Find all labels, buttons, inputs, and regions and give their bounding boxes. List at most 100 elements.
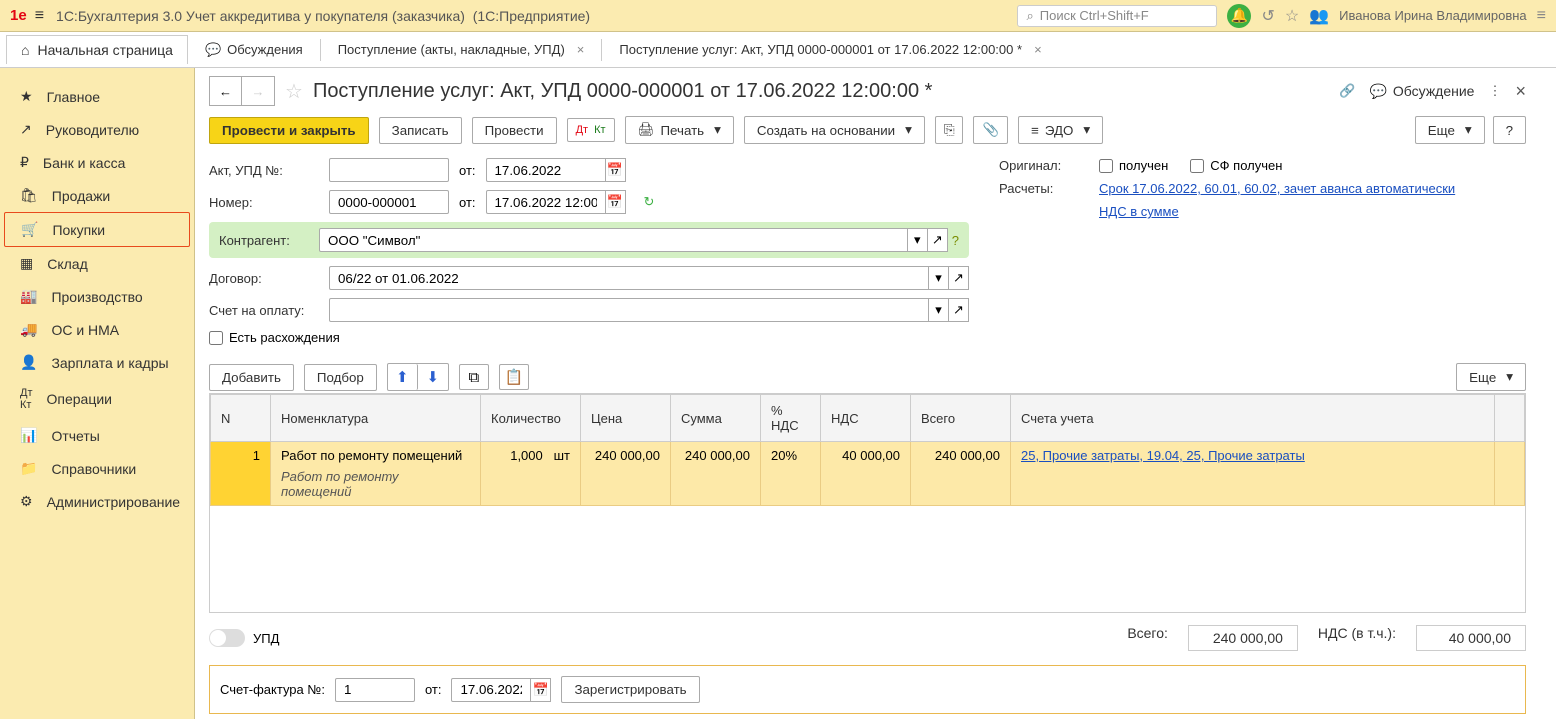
dropdown-icon[interactable]: ▾: [929, 266, 949, 290]
nav-bank[interactable]: ₽Банк и касса: [0, 146, 194, 179]
col-nomenclature[interactable]: Номенклатура: [271, 395, 481, 442]
refresh-icon[interactable]: ↻: [644, 194, 655, 210]
print-button[interactable]: 🖨Печать▾: [625, 116, 734, 144]
upd-toggle[interactable]: [209, 629, 245, 647]
open-icon[interactable]: ↗: [928, 228, 948, 252]
menu-icon[interactable]: ≡: [35, 7, 44, 25]
discrepancy-checkbox[interactable]: Есть расхождения: [209, 330, 340, 345]
nav-main[interactable]: ★Главное: [0, 80, 194, 113]
open-icon[interactable]: ↗: [949, 266, 969, 290]
folder-icon: 📁: [20, 460, 37, 477]
contract-input[interactable]: [329, 266, 929, 290]
close-icon[interactable]: ×: [577, 42, 585, 57]
received-checkbox[interactable]: получен: [1099, 158, 1168, 173]
table-row[interactable]: 1 Работ по ремонту помещений Работ по ре…: [211, 442, 1525, 506]
nav-salary[interactable]: 👤Зарплата и кадры: [0, 346, 194, 379]
col-total[interactable]: Всего: [911, 395, 1011, 442]
edo-button[interactable]: ≡ЭДО▾: [1018, 116, 1103, 144]
settlements-link[interactable]: Срок 17.06.2022, 60.01, 60.02, зачет ава…: [1099, 181, 1455, 196]
contractor-input[interactable]: [319, 228, 908, 252]
post-and-close-button[interactable]: Провести и закрыть: [209, 117, 369, 144]
help-button[interactable]: ?: [1493, 116, 1526, 144]
cell-price[interactable]: 240 000,00: [581, 442, 671, 506]
tab-receipt-doc[interactable]: Поступление услуг: Акт, УПД 0000-000001 …: [606, 35, 1054, 64]
nav-operations[interactable]: ДтКтОперации: [0, 379, 194, 419]
nav-manager[interactable]: ↗Руководителю: [0, 113, 194, 146]
invoice-no-input[interactable]: [335, 678, 415, 702]
col-price[interactable]: Цена: [581, 395, 671, 442]
cell-n[interactable]: 1: [211, 442, 271, 506]
payment-acc-input[interactable]: [329, 298, 929, 322]
nav-directories[interactable]: 📁Справочники: [0, 452, 194, 485]
select-button[interactable]: Подбор: [304, 364, 377, 391]
cell-nomenclature[interactable]: Работ по ремонту помещений Работ по ремо…: [271, 442, 481, 506]
col-vat[interactable]: НДС: [821, 395, 911, 442]
history-icon[interactable]: ↺: [1261, 6, 1274, 26]
user-name[interactable]: Иванова Ирина Владимировна: [1339, 8, 1527, 23]
chart-icon: ↗: [20, 121, 32, 138]
notifications-icon[interactable]: 🔔: [1227, 4, 1251, 28]
cell-accounts[interactable]: 25, Прочие затраты, 19.04, 25, Прочие за…: [1011, 442, 1495, 506]
nav-production[interactable]: 🏭Производство: [0, 280, 194, 313]
close-icon[interactable]: ×: [1515, 81, 1526, 102]
dropdown-icon[interactable]: ▾: [908, 228, 928, 252]
nav-warehouse[interactable]: ▦Склад: [0, 247, 194, 280]
dtkt-button[interactable]: ДтКт: [567, 118, 615, 142]
cell-total[interactable]: 240 000,00: [911, 442, 1011, 506]
more-button[interactable]: Еще▾: [1415, 116, 1485, 144]
open-icon[interactable]: ↗: [949, 298, 969, 322]
sf-received-checkbox[interactable]: СФ получен: [1190, 158, 1282, 173]
link-icon[interactable]: 🔗: [1339, 83, 1355, 99]
table-more-button[interactable]: Еще▾: [1456, 363, 1526, 391]
calendar-icon[interactable]: 📅: [606, 158, 626, 182]
cell-vat[interactable]: 40 000,00: [821, 442, 911, 506]
post-button[interactable]: Провести: [472, 117, 557, 144]
nav-sales[interactable]: 🛍Продажи: [0, 179, 194, 212]
save-button[interactable]: Записать: [379, 117, 462, 144]
number-input[interactable]: [329, 190, 449, 214]
dropdown-icon[interactable]: ▾: [929, 298, 949, 322]
move-down-button[interactable]: ⬇: [418, 364, 448, 390]
add-button[interactable]: Добавить: [209, 364, 294, 391]
help-icon[interactable]: ?: [952, 233, 959, 248]
col-n[interactable]: N: [211, 395, 271, 442]
move-up-button[interactable]: ⬆: [388, 364, 418, 390]
report-icon: 📊: [20, 427, 37, 444]
forward-button[interactable]: →: [242, 77, 274, 105]
col-accounts[interactable]: Счета учета: [1011, 395, 1495, 442]
back-button[interactable]: ←: [210, 77, 242, 105]
act-no-input[interactable]: [329, 158, 449, 182]
nav-purchases[interactable]: 🛒Покупки: [4, 212, 190, 247]
calendar-icon[interactable]: 📅: [606, 190, 626, 214]
cell-vat-pct[interactable]: 20%: [761, 442, 821, 506]
col-qty[interactable]: Количество: [481, 395, 581, 442]
search-input[interactable]: ⌕ Поиск Ctrl+Shift+F: [1017, 5, 1217, 27]
invoice-date-input[interactable]: [451, 678, 531, 702]
structure-button[interactable]: ⎘: [935, 116, 964, 144]
number-date-input[interactable]: [486, 190, 606, 214]
close-icon[interactable]: ×: [1034, 42, 1042, 57]
cell-sum[interactable]: 240 000,00: [671, 442, 761, 506]
discussion-link[interactable]: 💬 Обсуждение: [1369, 83, 1474, 100]
vat-mode-link[interactable]: НДС в сумме: [1099, 204, 1179, 219]
tab-discussions[interactable]: 💬 Обсуждения: [192, 35, 316, 65]
nav-reports[interactable]: 📊Отчеты: [0, 419, 194, 452]
nav-admin[interactable]: ⚙Администрирование: [0, 485, 194, 518]
col-vat-pct[interactable]: % НДС: [761, 395, 821, 442]
tab-home[interactable]: ⌂ Начальная страница: [6, 35, 188, 64]
copy-button[interactable]: ⧉: [459, 364, 489, 390]
favorite-icon[interactable]: ☆: [1285, 6, 1299, 26]
register-button[interactable]: Зарегистрировать: [561, 676, 699, 703]
col-sum[interactable]: Сумма: [671, 395, 761, 442]
create-based-button[interactable]: Создать на основании▾: [744, 116, 925, 144]
more-icon[interactable]: ⋮: [1488, 83, 1501, 99]
tab-receipt-list[interactable]: Поступление (акты, накладные, УПД) ×: [325, 35, 598, 64]
calendar-icon[interactable]: 📅: [531, 678, 551, 702]
attachment-button[interactable]: 📎: [973, 116, 1008, 144]
star-icon[interactable]: ☆: [285, 79, 303, 104]
app-menu-icon[interactable]: ≡: [1537, 7, 1546, 25]
act-date-input[interactable]: [486, 158, 606, 182]
cell-qty[interactable]: 1,000 шт: [481, 442, 581, 506]
nav-os-nma[interactable]: 🚚ОС и НМА: [0, 313, 194, 346]
paste-button[interactable]: 📋: [499, 364, 529, 390]
